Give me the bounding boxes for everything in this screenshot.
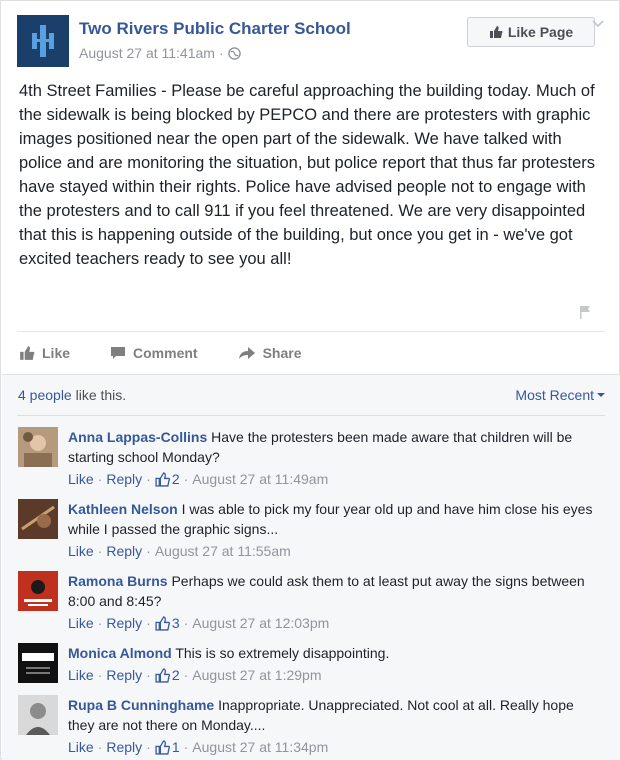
separator: ·: [183, 667, 189, 683]
comment-reaction-count[interactable]: 2: [155, 667, 180, 683]
comment-reply-link[interactable]: Reply: [106, 667, 142, 683]
comment-text: Kathleen Nelson I was able to pick my fo…: [68, 499, 598, 539]
page-avatar[interactable]: [17, 15, 69, 67]
separator: ·: [97, 667, 103, 683]
separator: ·: [183, 471, 189, 487]
meta-separator: ·: [218, 45, 224, 61]
comment-reaction-count[interactable]: 3: [155, 615, 180, 631]
comment-timestamp[interactable]: August 27 at 11:49am: [192, 471, 328, 487]
comment-like-link[interactable]: Like: [68, 739, 94, 755]
comment-author-link[interactable]: Rupa B Cunninghame: [68, 697, 214, 713]
avatar[interactable]: [18, 695, 58, 735]
post-body: 4th Street Families - Please be careful …: [19, 82, 595, 268]
comment-author-link[interactable]: Anna Lappas-Collins: [68, 429, 207, 445]
post-timestamp[interactable]: August 27 at 11:41am: [79, 45, 215, 61]
school-logo-icon: [32, 25, 54, 57]
post-actions: Like Comment Share: [19, 341, 342, 365]
post-header: Two Rivers Public Charter School August …: [17, 15, 605, 67]
comment-body: This is so extremely disappointing.: [175, 645, 390, 661]
comment-reply-link[interactable]: Reply: [106, 543, 142, 559]
post-card: Two Rivers Public Charter School August …: [0, 0, 620, 760]
like-action-label: Like: [42, 345, 71, 361]
like-page-label: Like Page: [507, 24, 574, 40]
comment-timestamp[interactable]: August 27 at 1:29pm: [192, 667, 321, 683]
globe-icon: [227, 46, 241, 60]
comment-text: Monica Almond This is so extremely disap…: [68, 643, 598, 663]
comment-timestamp[interactable]: August 27 at 11:55am: [155, 543, 291, 559]
likes-summary: 4 people like this.: [18, 387, 126, 403]
sort-dropdown[interactable]: Most Recent: [515, 387, 605, 403]
comment-actions: Like · Reply · 2 · August 27 at 1:29pm: [68, 667, 322, 683]
avatar[interactable]: [18, 499, 58, 539]
comment-reply-link[interactable]: Reply: [106, 471, 142, 487]
chevron-down-icon[interactable]: [591, 17, 605, 31]
sort-label: Most Recent: [515, 387, 594, 403]
comment-reply-link[interactable]: Reply: [106, 615, 142, 631]
separator: ·: [97, 543, 103, 559]
comment-author-link[interactable]: Kathleen Nelson: [68, 501, 178, 517]
comment-like-link[interactable]: Like: [68, 543, 94, 559]
separator: ·: [97, 471, 103, 487]
avatar[interactable]: [18, 643, 58, 683]
separator: ·: [146, 667, 151, 683]
comment-author-link[interactable]: Monica Almond: [68, 645, 172, 661]
comment-text: Ramona Burns Perhaps we could ask them t…: [68, 571, 598, 611]
reaction-count: 1: [171, 739, 180, 755]
comment-like-link[interactable]: Like: [68, 471, 94, 487]
comment-action-button[interactable]: Comment: [110, 345, 198, 361]
comments-section: 4 people like this. Most Recent Anna Lap…: [2, 374, 620, 760]
share-action-label: Share: [262, 345, 302, 361]
divider: [17, 415, 605, 416]
thumbs-up-icon: [489, 26, 503, 38]
comment-icon: [111, 347, 126, 359]
avatar[interactable]: [18, 571, 58, 611]
thumbs-up-icon: [155, 667, 170, 683]
separator: ·: [97, 739, 103, 755]
comment-actions: Like · Reply · 1 · August 27 at 11:34pm: [68, 739, 328, 755]
comment-text: Rupa B Cunninghame Inappropriate. Unappr…: [68, 695, 598, 735]
separator: ·: [146, 615, 151, 631]
flag-icon[interactable]: [577, 304, 593, 320]
comment-actions: Like · Reply · 3 · August 27 at 12:03pm: [68, 615, 329, 631]
separator: ·: [183, 739, 189, 755]
comment-actions: Like · Reply · August 27 at 11:55am: [68, 543, 291, 559]
divider: [17, 331, 605, 332]
comment-like-link[interactable]: Like: [68, 615, 94, 631]
thumbs-up-icon: [155, 615, 170, 631]
share-action-button[interactable]: Share: [238, 345, 302, 361]
separator: ·: [146, 543, 151, 559]
reaction-count: 3: [171, 615, 180, 631]
likes-count-link[interactable]: 4 people: [18, 387, 72, 403]
thumbs-up-icon: [20, 346, 35, 360]
avatar[interactable]: [18, 427, 58, 467]
comment-actions: Like · Reply · 2 · August 27 at 11:49am: [68, 471, 328, 487]
comment-reaction-count[interactable]: 2: [155, 471, 180, 487]
like-action-button[interactable]: Like: [19, 345, 70, 361]
separator: ·: [97, 615, 103, 631]
likes-suffix: like this.: [71, 387, 127, 403]
comment-author-link[interactable]: Ramona Burns: [68, 573, 168, 589]
caret-down-icon: [597, 393, 605, 397]
separator: ·: [146, 471, 151, 487]
comment-timestamp[interactable]: August 27 at 11:34pm: [192, 739, 328, 755]
thumbs-up-icon: [155, 471, 170, 487]
page-name-link[interactable]: Two Rivers Public Charter School: [79, 19, 351, 39]
post-meta: August 27 at 11:41am ·: [79, 45, 241, 61]
comment-timestamp[interactable]: August 27 at 12:03pm: [192, 615, 329, 631]
comment-like-link[interactable]: Like: [68, 667, 94, 683]
reaction-count: 2: [171, 471, 180, 487]
separator: ·: [183, 615, 189, 631]
share-icon: [238, 347, 255, 359]
like-page-button[interactable]: Like Page: [467, 17, 595, 47]
comment-text: Anna Lappas-Collins Have the protesters …: [68, 427, 598, 467]
comment-reaction-count[interactable]: 1: [155, 739, 180, 755]
comment-action-label: Comment: [133, 345, 198, 361]
comment-reply-link[interactable]: Reply: [106, 739, 142, 755]
separator: ·: [146, 739, 151, 755]
thumbs-up-icon: [155, 739, 170, 755]
reaction-count: 2: [171, 667, 180, 683]
